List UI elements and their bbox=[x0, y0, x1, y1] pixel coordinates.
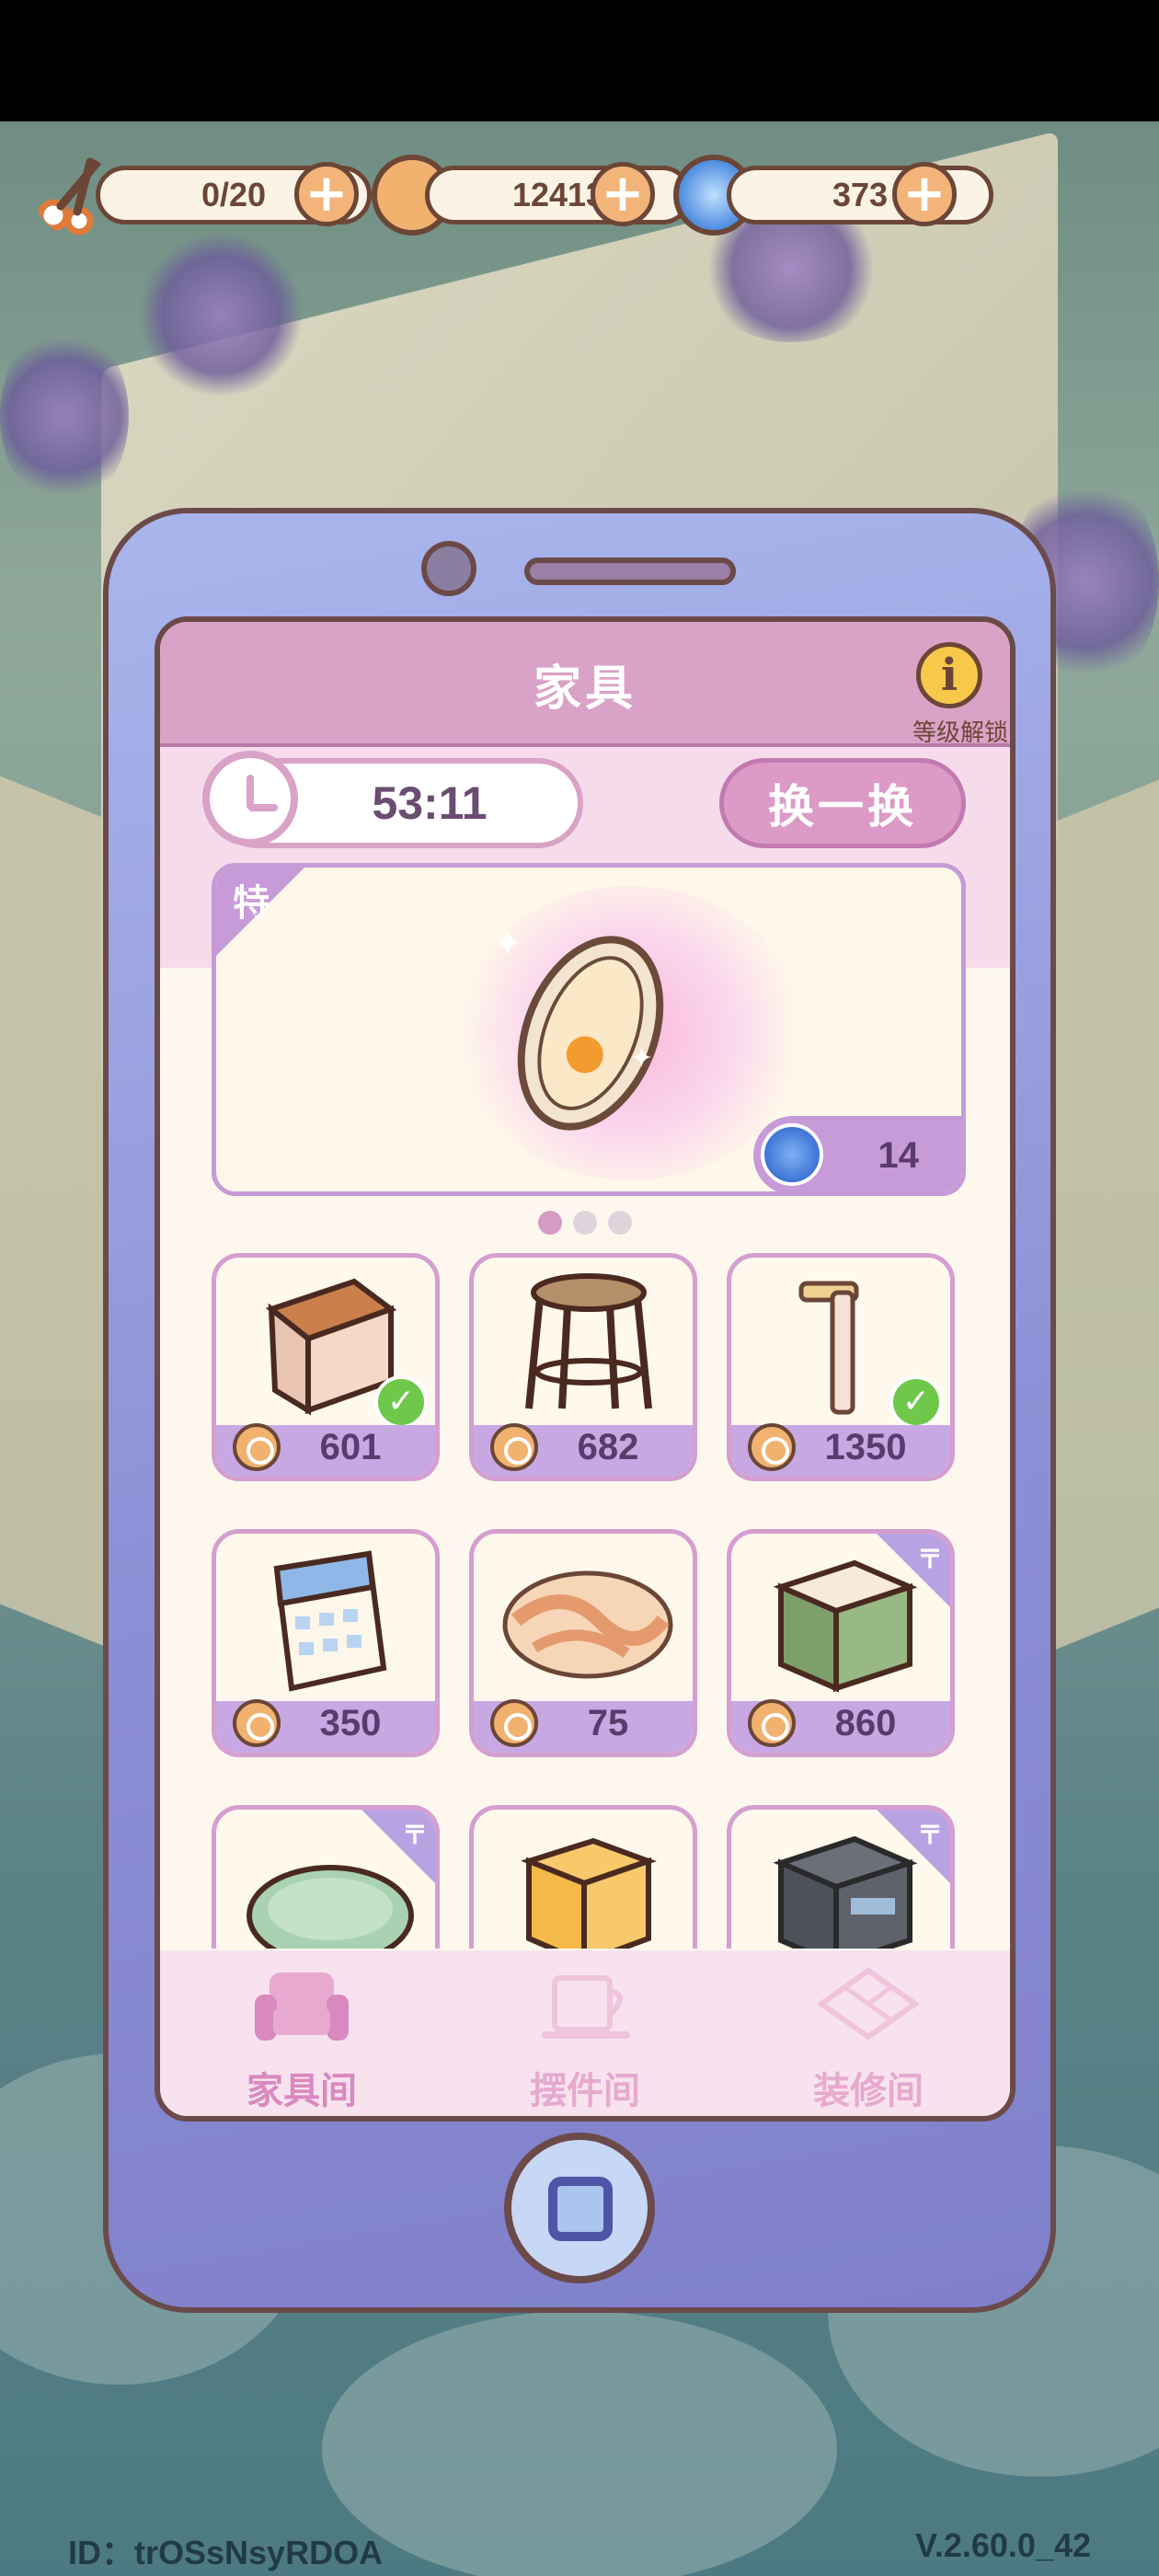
item-card-gray-nightstand[interactable]: 〒 ✓ bbox=[727, 1805, 955, 1949]
armchair-icon bbox=[255, 1972, 349, 2041]
phone-shop-panel: 家具 i 等级解锁 53:11 换一换 特 ✦ ✦ 14 ✓ 601 682 ✓… bbox=[103, 508, 1056, 2313]
tab-label: 装修间 bbox=[813, 2070, 924, 2112]
owned-check-icon: ✓ bbox=[889, 1375, 943, 1429]
coin-icon bbox=[748, 1699, 796, 1747]
wall-lamp-icon bbox=[798, 1281, 859, 1415]
coin-icon bbox=[233, 1699, 281, 1747]
page-indicator bbox=[160, 1211, 1010, 1235]
shop-header: 家具 i 等级解锁 bbox=[160, 622, 1010, 747]
tab-ornament-room[interactable]: 摆件间 bbox=[475, 1967, 695, 2114]
swap-button[interactable]: 换一换 bbox=[719, 758, 966, 848]
oval-rug-icon bbox=[502, 1570, 673, 1679]
home-button[interactable] bbox=[504, 2133, 655, 2283]
item-price: 860 bbox=[834, 1703, 897, 1743]
page-dot[interactable] bbox=[608, 1211, 632, 1235]
item-price: 75 bbox=[587, 1703, 629, 1743]
add-gems-button[interactable]: + bbox=[892, 162, 957, 226]
info-icon[interactable]: i bbox=[916, 642, 982, 708]
tab-label: 摆件间 bbox=[530, 2070, 640, 2112]
item-price: 350 bbox=[319, 1703, 382, 1743]
wisteria-vine bbox=[0, 324, 129, 508]
add-scissors-button[interactable]: + bbox=[294, 162, 359, 226]
item-price: 1350 bbox=[824, 1427, 907, 1467]
item-price: 601 bbox=[319, 1427, 382, 1467]
new-ribbon-icon: 〒 bbox=[916, 1820, 943, 1850]
coin-icon bbox=[490, 1423, 538, 1471]
phone-camera bbox=[421, 541, 476, 596]
item-card-round-stool[interactable]: 682 bbox=[469, 1253, 697, 1481]
shop-title: 家具 bbox=[533, 661, 637, 717]
coin-icon bbox=[490, 1699, 538, 1747]
gray-nightstand-icon bbox=[773, 1835, 918, 1949]
shop-screen: 家具 i 等级解锁 53:11 换一换 特 ✦ ✦ 14 ✓ 601 682 ✓… bbox=[155, 616, 1016, 2122]
resource-bar: 0/20 + 12413 + 373 + bbox=[35, 155, 993, 237]
home-square-icon bbox=[548, 2177, 613, 2241]
cat-cube-icon bbox=[521, 1837, 657, 1949]
flower-decoration bbox=[560, 1030, 609, 1079]
wisteria-vine bbox=[138, 232, 304, 397]
category-tabs: 家具间 摆件间 装修间 bbox=[160, 1950, 1010, 2116]
round-cushion-icon bbox=[247, 1865, 414, 1949]
tab-decoration-room[interactable]: 装修间 bbox=[758, 1967, 979, 2114]
floor-tile-icon bbox=[816, 1967, 921, 2041]
level-unlock-label[interactable]: 等级解锁 bbox=[912, 714, 1008, 748]
cloud bbox=[322, 2311, 837, 2576]
item-price: 682 bbox=[577, 1427, 639, 1467]
phone-speaker bbox=[524, 558, 736, 585]
item-card-wooden-table[interactable]: ✓ 601 bbox=[212, 1253, 440, 1481]
page-dot-active[interactable] bbox=[538, 1211, 562, 1235]
sparkle-icon: ✦ bbox=[630, 1042, 654, 1075]
add-coins-button[interactable]: + bbox=[591, 162, 655, 226]
coin-icon bbox=[233, 1423, 281, 1471]
cup-icon bbox=[542, 1975, 630, 2039]
new-ribbon-icon: 〒 bbox=[916, 1544, 943, 1574]
featured-price-button[interactable]: 14 bbox=[753, 1116, 961, 1191]
swirl-gem-icon bbox=[761, 1123, 823, 1186]
owned-check-icon: ✓ bbox=[374, 1375, 428, 1429]
calendar-icon bbox=[273, 1550, 387, 1692]
item-card-green-nightstand[interactable]: 〒 860 bbox=[727, 1529, 955, 1757]
coin-icon bbox=[748, 1423, 796, 1471]
round-stool-icon bbox=[525, 1273, 652, 1409]
featured-price-value: 14 bbox=[878, 1134, 920, 1176]
item-card-green-round-cushion[interactable]: 〒 bbox=[212, 1805, 440, 1949]
item-card-cat-cube-seat[interactable]: ✓ bbox=[469, 1805, 697, 1949]
clock-icon bbox=[202, 751, 298, 846]
featured-item-card[interactable]: 特 ✦ ✦ 14 bbox=[212, 863, 966, 1196]
item-card-wall-lamp[interactable]: ✓ 1350 bbox=[727, 1253, 955, 1481]
new-ribbon-icon: 〒 bbox=[401, 1820, 428, 1850]
item-card-oval-rug[interactable]: 75 bbox=[469, 1529, 697, 1757]
sparkle-icon: ✦ bbox=[492, 923, 523, 965]
tab-furniture-room[interactable]: 家具间 bbox=[191, 1967, 412, 2114]
tab-label: 家具间 bbox=[247, 2070, 357, 2112]
player-id: ID：trOSsNsyRDOA bbox=[68, 2534, 384, 2571]
item-grid: ✓ 601 682 ✓ 1350 350 75 〒 860 〒 〒 bbox=[212, 1253, 966, 1949]
page-dot[interactable] bbox=[573, 1211, 597, 1235]
app-version: V.2.60.0_42 bbox=[915, 2526, 1091, 2564]
nightstand-icon bbox=[773, 1559, 918, 1693]
special-tag-label: 特 bbox=[233, 882, 270, 925]
item-card-wall-calendar[interactable]: 350 bbox=[212, 1529, 440, 1757]
